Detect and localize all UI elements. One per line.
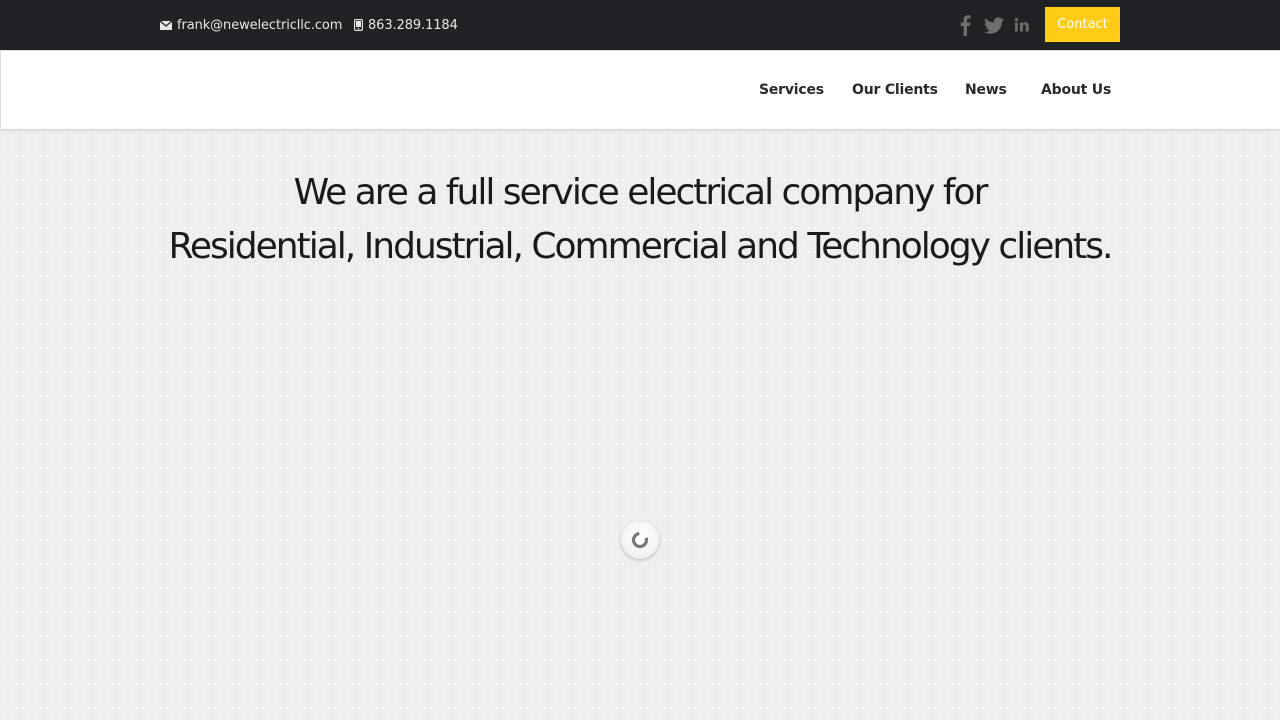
phone-text[interactable]: 863.289.1184: [368, 18, 458, 33]
contact-button[interactable]: Contact: [1045, 7, 1120, 42]
loading-spinner-icon: [621, 521, 659, 559]
twitter-icon[interactable]: [983, 13, 1005, 37]
envelope-icon: [160, 20, 172, 30]
linkedin-icon[interactable]: [1014, 13, 1030, 37]
hero-line-2: Residential, Industrial, Commercial and …: [168, 226, 1113, 267]
email-text[interactable]: frank@newelectricllc.com: [177, 18, 342, 33]
hero-line-1: We are a full service electrical company…: [293, 172, 989, 213]
nav-item-our-clients[interactable]: Our Clients: [852, 51, 938, 129]
hero-heading: We are a full service electrical company…: [0, 166, 1280, 274]
mobile-phone-icon: [354, 19, 363, 31]
facebook-icon[interactable]: [958, 13, 972, 37]
nav-item-news[interactable]: News: [965, 51, 1007, 129]
nav-item-services[interactable]: Services: [759, 51, 824, 129]
nav-item-about-us[interactable]: About Us: [1041, 51, 1111, 129]
email-contact[interactable]: frank@newelectricllc.com: [160, 0, 342, 50]
phone-contact[interactable]: 863.289.1184: [354, 0, 458, 50]
top-bar: frank@newelectricllc.com 863.289.1184 Co…: [0, 0, 1280, 50]
main-navigation: Services Our Clients News About Us: [0, 50, 1280, 130]
